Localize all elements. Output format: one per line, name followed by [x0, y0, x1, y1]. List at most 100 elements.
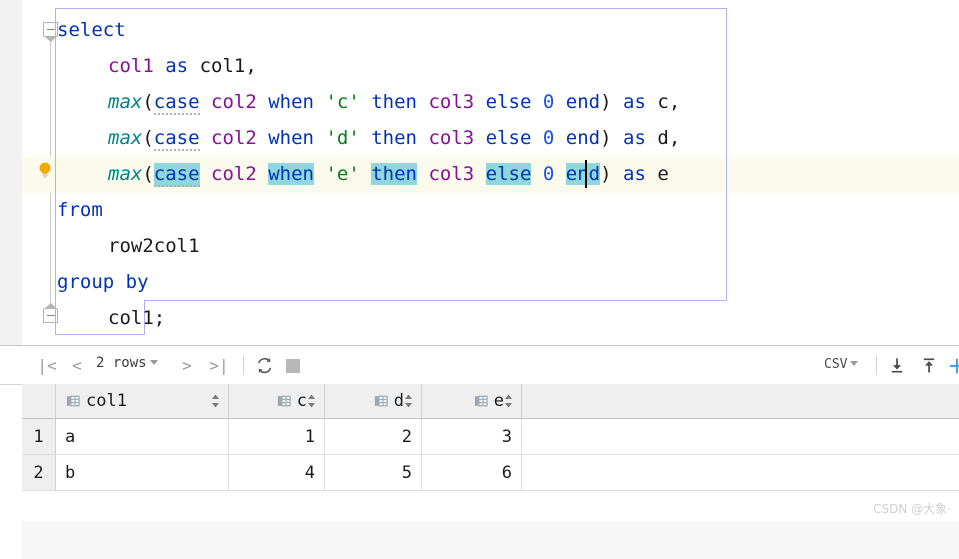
- code-line-content: max(case col2 when 'd' then col3 else 0 …: [0, 120, 680, 156]
- row-number[interactable]: 2: [22, 455, 56, 490]
- table-cell[interactable]: b: [56, 455, 229, 490]
- results-toolbar[interactable]: |< < 2 rows > >| CSV: [0, 346, 959, 385]
- table-row[interactable]: 2b456: [22, 455, 959, 491]
- code-token: as: [623, 127, 646, 149]
- code-token: (: [142, 127, 154, 149]
- code-token: ,: [668, 91, 681, 113]
- last-page-button[interactable]: >|: [208, 354, 230, 376]
- code-token: max: [108, 127, 143, 149]
- code-token: 'd': [325, 127, 360, 149]
- row-count-label: 2 rows: [96, 355, 147, 371]
- code-line[interactable]: max(case col2 when 'c' then col3 else 0 …: [0, 84, 680, 120]
- code-line[interactable]: select: [0, 12, 126, 48]
- table-cell[interactable]: a: [56, 419, 229, 454]
- statement-scope-outline-tail-right: [144, 300, 727, 335]
- code-token: then: [371, 127, 417, 149]
- grid-column-label: c: [296, 391, 307, 411]
- code-line[interactable]: col1;: [0, 300, 165, 336]
- code-token: else: [485, 91, 532, 113]
- code-line-content: select: [0, 12, 126, 48]
- query-results-panel[interactable]: |< < 2 rows > >| CSV col1 c d e 1 a 1 2 …: [0, 345, 959, 559]
- sort-arrows-icon[interactable]: [307, 393, 316, 409]
- code-line[interactable]: group by: [0, 264, 149, 300]
- table-cell[interactable]: 5: [325, 455, 422, 490]
- code-token: end: [565, 127, 601, 149]
- table-cell[interactable]: 2: [325, 419, 422, 454]
- next-page-button[interactable]: >: [178, 354, 196, 376]
- grid-column-label: col1: [86, 391, 127, 411]
- code-token: case: [153, 127, 200, 151]
- code-token: col2: [211, 163, 257, 185]
- grid-column-header[interactable]: e: [422, 384, 522, 418]
- export-format-dropdown[interactable]: CSV: [824, 357, 859, 372]
- code-line[interactable]: max(case col2 when 'e' then col3 else 0 …: [0, 156, 669, 192]
- column-type-icon: [66, 395, 80, 407]
- code-line-content: col1 as col1,: [0, 48, 257, 84]
- export-format-label: CSV: [824, 357, 848, 372]
- code-token: e: [657, 163, 669, 185]
- code-token: col3: [428, 127, 475, 149]
- prev-page-button[interactable]: <: [68, 354, 86, 376]
- grid-column-header[interactable]: col1: [56, 384, 229, 418]
- sort-arrows-icon[interactable]: [211, 393, 220, 409]
- code-token: ): [600, 91, 612, 113]
- watermark-text: CSDN @大象·: [873, 502, 951, 516]
- grid-column-header[interactable]: d: [325, 384, 422, 418]
- code-token: 0: [542, 91, 555, 113]
- chevron-down-icon: [149, 360, 158, 365]
- code-token: ;: [153, 307, 166, 329]
- row-number[interactable]: 1: [22, 419, 56, 454]
- stop-icon[interactable]: [286, 359, 300, 373]
- code-token: then: [371, 91, 417, 113]
- code-line[interactable]: max(case col2 when 'd' then col3 else 0 …: [0, 120, 680, 156]
- table-cell[interactable]: 6: [422, 455, 522, 490]
- sql-editor[interactable]: select col1 as col1, max(case col2 when 'c…: [0, 0, 959, 345]
- code-line[interactable]: from: [0, 192, 103, 228]
- add-icon[interactable]: [948, 357, 959, 375]
- code-token: select: [57, 19, 126, 41]
- grid-column-header[interactable]: c: [229, 384, 325, 418]
- first-page-button[interactable]: |<: [36, 354, 58, 376]
- code-token: ): [600, 127, 612, 149]
- code-line-content: max(case col2 when 'e' then col3 else 0 …: [0, 156, 669, 192]
- toolbar-separator-2: [876, 355, 877, 375]
- reload-icon[interactable]: [255, 356, 274, 375]
- table-cell[interactable]: 1: [229, 419, 325, 454]
- code-token: c: [657, 91, 669, 113]
- results-grid[interactable]: col1 c d e 1a1232b456: [22, 384, 959, 559]
- grid-column-label: e: [493, 391, 504, 411]
- code-token: col2: [211, 127, 257, 149]
- code-token: row2col1: [108, 235, 200, 257]
- table-cell[interactable]: 3: [422, 419, 522, 454]
- upload-icon[interactable]: [920, 356, 938, 375]
- table-cell[interactable]: 4: [229, 455, 325, 490]
- code-token: (: [142, 91, 154, 113]
- code-line-content: from: [0, 192, 103, 228]
- toolbar-separator-1: [243, 355, 244, 375]
- sort-arrows-icon[interactable]: [504, 393, 513, 409]
- sort-arrows-icon[interactable]: [404, 393, 413, 409]
- download-icon[interactable]: [888, 356, 906, 375]
- code-line[interactable]: col1 as col1,: [0, 48, 257, 84]
- code-token: col3: [428, 91, 475, 113]
- code-token: col2: [211, 91, 257, 113]
- row-count-dropdown[interactable]: 2 rows: [96, 355, 158, 371]
- code-token: then: [371, 163, 417, 185]
- code-line[interactable]: row2col1: [0, 228, 200, 264]
- table-row[interactable]: 1a123: [22, 419, 959, 455]
- code-token: max: [108, 91, 143, 113]
